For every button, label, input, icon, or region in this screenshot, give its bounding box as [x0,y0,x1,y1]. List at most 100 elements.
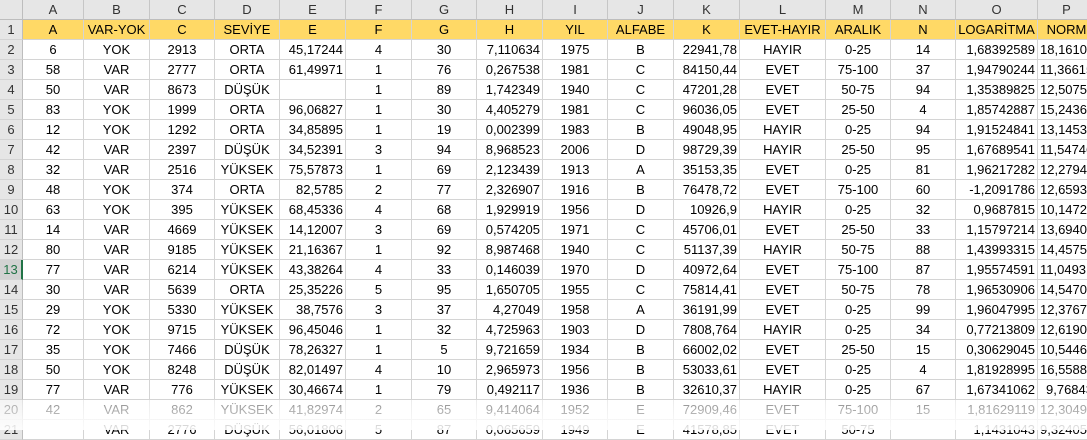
select-all-corner[interactable] [0,0,23,20]
table-cell[interactable] [23,420,84,440]
table-cell[interactable]: C [608,280,674,300]
table-cell[interactable]: 29 [23,300,84,320]
table-cell[interactable]: 2 [346,180,412,200]
table-cell[interactable]: 2777 [150,60,215,80]
table-cell[interactable]: 1949 [543,420,608,440]
table-cell[interactable]: 30 [412,100,477,120]
table-cell[interactable]: 84150,44 [674,60,740,80]
table-cell[interactable]: D [608,320,674,340]
table-cell[interactable]: 83 [23,100,84,120]
table-cell[interactable]: YÜKSEK [215,320,280,340]
table-cell[interactable]: YOK [84,300,150,320]
table-cell[interactable]: 48 [23,180,84,200]
table-cell[interactable]: 9,721659 [477,340,543,360]
table-header-cell[interactable]: NORM [1038,20,1087,40]
table-cell[interactable]: 69 [412,160,477,180]
table-cell[interactable]: 25-50 [826,340,891,360]
table-header-cell[interactable]: A [23,20,84,40]
column-header-e[interactable]: E [280,0,346,20]
table-cell[interactable]: 1956 [543,200,608,220]
table-cell[interactable]: 13,14539 [1038,120,1087,140]
table-cell[interactable]: A [608,160,674,180]
table-cell[interactable]: 49048,95 [674,120,740,140]
table-cell[interactable]: 1 [346,380,412,400]
table-cell[interactable]: 1,81928995 [956,360,1038,380]
column-header-l[interactable]: L [740,0,826,20]
table-cell[interactable]: 1970 [543,260,608,280]
table-cell[interactable]: EVET [740,340,826,360]
table-cell[interactable]: ORTA [215,40,280,60]
table-cell[interactable]: 75-100 [826,400,891,420]
table-cell[interactable]: 25,35226 [280,280,346,300]
table-cell[interactable]: 50-75 [826,280,891,300]
table-cell[interactable]: YOK [84,120,150,140]
table-cell[interactable]: 77 [412,180,477,200]
table-cell[interactable]: 4 [346,360,412,380]
table-cell[interactable]: 7,110634 [477,40,543,60]
table-cell[interactable]: EVET [740,160,826,180]
row-header-7[interactable]: 7 [0,140,23,160]
table-cell[interactable]: 2,965973 [477,360,543,380]
table-cell[interactable]: 42 [23,140,84,160]
row-header-11[interactable]: 11 [0,220,23,240]
table-cell[interactable]: 1,96530906 [956,280,1038,300]
table-cell[interactable]: 25-50 [826,140,891,160]
table-cell[interactable]: 1,96047995 [956,300,1038,320]
table-cell[interactable]: VAR [84,260,150,280]
table-cell[interactable]: 72 [23,320,84,340]
column-header-f[interactable]: F [346,0,412,20]
table-cell[interactable]: EVET [740,100,826,120]
table-cell[interactable]: 12 [23,120,84,140]
table-cell[interactable]: 82,5785 [280,180,346,200]
table-cell[interactable]: 56,01806 [280,420,346,440]
table-cell[interactable]: 98729,39 [674,140,740,160]
table-cell[interactable]: 30,46674 [280,380,346,400]
column-header-g[interactable]: G [412,0,477,20]
table-cell[interactable]: 0,065659 [477,420,543,440]
column-header-k[interactable]: K [674,0,740,20]
table-cell[interactable]: EVET [740,280,826,300]
table-cell[interactable]: YÜKSEK [215,200,280,220]
table-cell[interactable]: 1,15797214 [956,220,1038,240]
table-cell[interactable]: ORTA [215,100,280,120]
table-cell[interactable]: 4 [346,260,412,280]
table-cell[interactable]: 36191,99 [674,300,740,320]
table-cell[interactable]: 80 [23,240,84,260]
table-cell[interactable]: 51137,39 [674,240,740,260]
table-cell[interactable]: HAYIR [740,120,826,140]
table-cell[interactable]: 87 [891,260,956,280]
table-cell[interactable]: 35 [23,340,84,360]
table-cell[interactable]: 96,06827 [280,100,346,120]
table-cell[interactable]: 81 [891,160,956,180]
table-cell[interactable]: 1999 [150,100,215,120]
table-cell[interactable]: 1955 [543,280,608,300]
table-cell[interactable]: 22941,78 [674,40,740,60]
table-cell[interactable]: 1,742349 [477,80,543,100]
table-cell[interactable]: 87 [412,420,477,440]
table-cell[interactable]: 9715 [150,320,215,340]
table-cell[interactable]: 12,61901 [1038,320,1087,340]
table-cell[interactable]: B [608,180,674,200]
table-cell[interactable]: 0,267538 [477,60,543,80]
table-cell[interactable]: YOK [84,200,150,220]
table-cell[interactable]: 1 [346,80,412,100]
table-cell[interactable]: 9185 [150,240,215,260]
table-cell[interactable]: 53033,61 [674,360,740,380]
table-cell[interactable]: 1,68392589 [956,40,1038,60]
table-cell[interactable]: 4669 [150,220,215,240]
table-cell[interactable]: 11,54746 [1038,140,1087,160]
table-cell[interactable]: 2 [346,400,412,420]
table-cell[interactable]: 7808,764 [674,320,740,340]
table-cell[interactable]: DÜŞÜK [215,140,280,160]
table-cell[interactable]: 95 [891,140,956,160]
table-cell[interactable]: 47201,28 [674,80,740,100]
table-cell[interactable]: 1971 [543,220,608,240]
table-cell[interactable]: VAR [84,140,150,160]
table-cell[interactable]: 4,725963 [477,320,543,340]
table-cell[interactable]: YÜKSEK [215,400,280,420]
column-header-a[interactable]: A [23,0,84,20]
table-cell[interactable]: 76478,72 [674,180,740,200]
table-cell[interactable]: YÜKSEK [215,300,280,320]
row-header-9[interactable]: 9 [0,180,23,200]
table-cell[interactable]: 77 [23,260,84,280]
